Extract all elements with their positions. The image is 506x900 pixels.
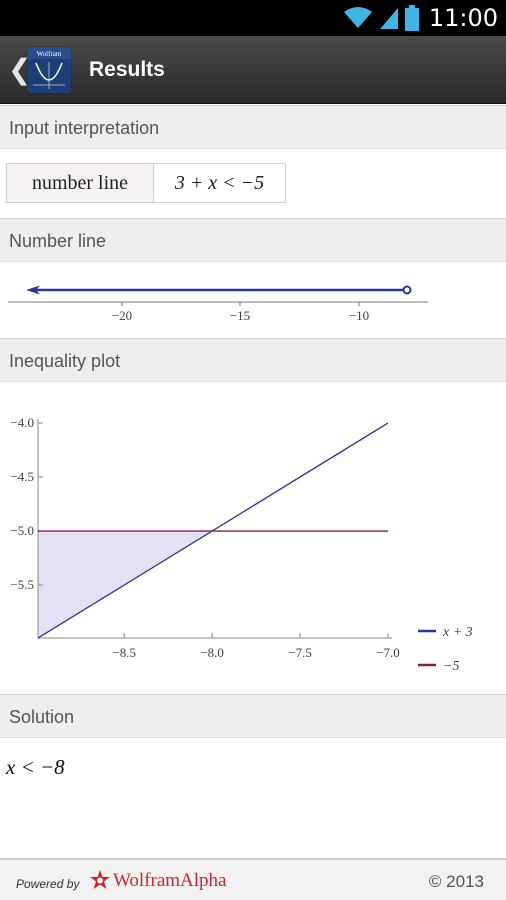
interpretation-cell-value: 3 + x < −5 xyxy=(154,164,285,202)
app-logo[interactable]: Wolfram xyxy=(27,47,71,93)
pod-header-number-line: Number line xyxy=(0,218,506,262)
legend-label: −5 xyxy=(443,659,459,674)
status-icons: 11:00 xyxy=(343,4,498,32)
x-tick-label: −8.5 xyxy=(112,645,136,660)
wolfram-alpha-brand[interactable]: WolframAlpha xyxy=(113,870,227,892)
signal-icon xyxy=(379,8,398,29)
number-line-tick-label: −20 xyxy=(112,308,132,323)
number-line-tick-label: −15 xyxy=(230,308,250,323)
interpretation-cell-label: number line xyxy=(7,164,154,202)
footer: Powered by WolframAlpha © 2013 xyxy=(0,858,506,900)
legend-label: x + 3 xyxy=(442,625,473,640)
wifi-icon xyxy=(343,7,372,28)
y-tick-label: −5.0 xyxy=(10,523,34,538)
interpretation-expression: 3 + x < −5 xyxy=(174,171,265,194)
battery-icon xyxy=(404,5,419,31)
pod-title: Inequality plot xyxy=(9,351,121,371)
number-line-plot[interactable]: −20 −15 −10 xyxy=(0,262,506,338)
status-bar: 11:00 xyxy=(0,0,506,36)
x-tick-label: −8.0 xyxy=(200,645,224,660)
wolfram-star-icon xyxy=(90,870,110,889)
pod-header-inequality-plot: Inequality plot xyxy=(0,338,506,382)
pod-header-solution: Solution xyxy=(0,694,506,738)
solution-text: x < −8 xyxy=(6,755,65,780)
inequality-plot[interactable]: −4.0 −4.5 −5.0 −5.5 −8.5 −8.0 −7.5 −7.0 x + 3 −5 xyxy=(0,383,506,693)
pod-title: Number line xyxy=(9,231,107,251)
action-bar-title: Results xyxy=(89,58,165,81)
pod-title: Input interpretation xyxy=(9,118,160,138)
y-tick-label: −4.5 xyxy=(10,469,34,484)
powered-by-label: Powered by xyxy=(16,877,80,891)
x-tick-label: −7.5 xyxy=(288,645,312,660)
status-time: 11:00 xyxy=(428,4,498,32)
pod-title: Solution xyxy=(9,707,75,727)
solution-expression: x < −8 xyxy=(6,755,65,779)
x-tick-label: −7.0 xyxy=(376,645,400,660)
input-interpretation-table[interactable]: number line 3 + x < −5 xyxy=(6,163,286,203)
number-line-tick-label: −10 xyxy=(349,308,369,323)
action-bar: ❮ Wolfram Results xyxy=(0,36,506,104)
y-tick-label: −4.0 xyxy=(10,415,34,430)
pod-header-input-interpretation: Input interpretation xyxy=(0,105,506,149)
copyright: © 2013 xyxy=(428,872,484,891)
app-logo-text: Wolfram xyxy=(37,50,62,58)
open-endpoint xyxy=(402,285,412,295)
y-tick-label: −5.5 xyxy=(10,577,34,592)
